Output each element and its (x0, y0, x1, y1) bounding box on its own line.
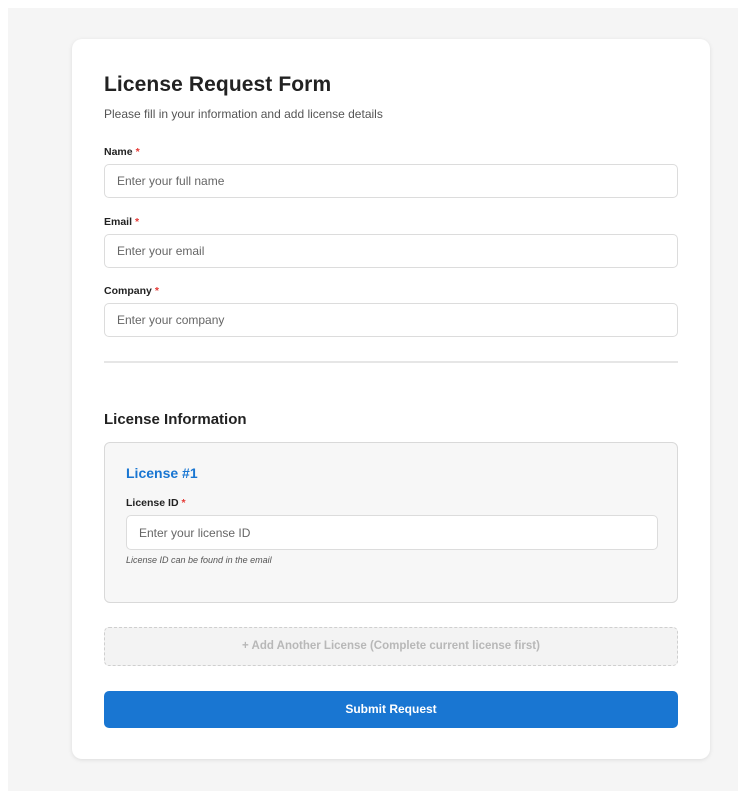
license-id-label-text: License ID (126, 497, 179, 509)
license-card: License #1 License ID* License ID can be… (104, 442, 678, 603)
company-label-text: Company (104, 285, 152, 297)
email-label-text: Email (104, 216, 133, 228)
form-card: License Request Form Please fill in your… (72, 39, 710, 759)
license-id-hint: License ID can be found in the email (126, 555, 272, 565)
form-title: License Request Form (104, 73, 332, 96)
section-divider (104, 361, 678, 363)
name-input[interactable] (104, 164, 678, 198)
name-label: Name * (104, 146, 140, 158)
add-license-button[interactable]: + Add Another License (Complete current … (104, 627, 678, 666)
form-subtitle: Please fill in your information and add … (104, 107, 383, 121)
submit-button[interactable]: Submit Request (104, 691, 678, 728)
license-section-title: License Information (104, 411, 247, 428)
email-required-marker: * (135, 216, 140, 228)
email-label: Email * (104, 216, 139, 228)
name-label-text: Name (104, 146, 133, 158)
license-id-required-marker: * (181, 497, 186, 509)
page-background: License Request Form Please fill in your… (8, 8, 738, 791)
company-required-marker: * (154, 285, 159, 297)
company-input[interactable] (104, 303, 678, 337)
license-id-label: License ID * (126, 497, 186, 509)
license-heading: License #1 (126, 465, 198, 481)
company-label: Company * (104, 285, 159, 297)
email-input[interactable] (104, 234, 678, 268)
name-required-marker: * (135, 146, 140, 158)
license-id-input[interactable] (126, 515, 658, 550)
